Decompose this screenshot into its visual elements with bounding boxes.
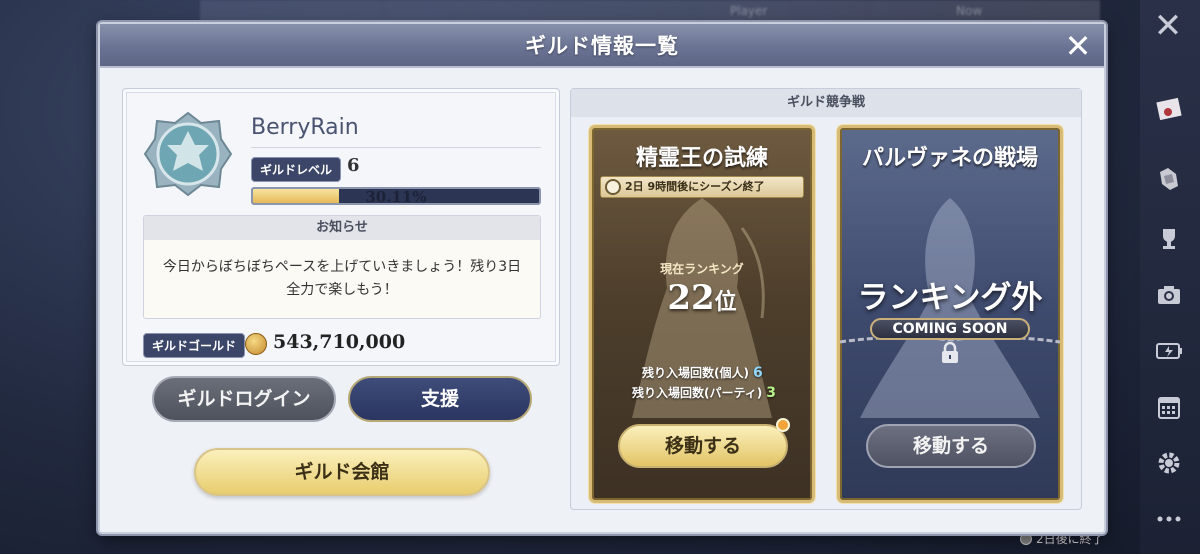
guild-level-progress: 30.11% (251, 187, 541, 205)
entry-party: 残り入場回数(パーティ) 3 (632, 384, 776, 401)
notice-title: お知らせ (144, 216, 540, 240)
gear-icon[interactable] (1154, 448, 1184, 478)
rank-suffix: 位 (714, 290, 737, 315)
timer-icon (1020, 532, 1032, 545)
more-icon[interactable] (1154, 504, 1184, 534)
support-button[interactable]: 支援 (348, 376, 532, 422)
dialog-header: ギルド情報一覧 ✕ (100, 24, 1104, 68)
progress-text: 30.11% (365, 188, 427, 205)
guild-war-title: ギルド競争戦 (571, 89, 1081, 117)
card-title: 精霊王の試練 (635, 146, 768, 171)
guild-name: BerryRain (251, 115, 359, 140)
guild-emblem-icon (143, 109, 233, 199)
ranking-status: ランキング外 (857, 280, 1043, 316)
guild-war-section: ギルド競争戦 精霊王の試練 2日 9時間後にシーズン終了 現在ランキング 22位… (570, 88, 1082, 510)
divider (251, 147, 541, 148)
season-timer-text: 2日 9時間後にシーズン終了 (625, 180, 765, 193)
guild-login-button[interactable]: ギルドログイン (152, 376, 336, 422)
entry-personal-value: 6 (752, 365, 763, 381)
coming-soon-badge: COMING SOON (870, 318, 1030, 340)
background-top-bar: Player Now (200, 0, 1100, 22)
entry-personal-label: 残り入場回数(個人) (642, 366, 749, 380)
guild-level-label: ギルドレベル (251, 157, 342, 182)
guild-summary-card: BerryRain ギルドレベル 6 30.11% お知らせ 今日からぼちぼちペ… (122, 88, 560, 366)
notice-box: お知らせ 今日からぼちぼちペースを上げていきましょう！残り3日全力で楽しもう！ (143, 215, 541, 319)
mail-icon[interactable] (1154, 94, 1184, 124)
trophy-icon[interactable] (1154, 224, 1184, 254)
entry-party-value: 3 (766, 385, 776, 401)
guild-gold-label: ギルドゴールド (143, 333, 246, 358)
guild-level-value: 6 (347, 155, 360, 176)
move-button[interactable]: 移動する (866, 424, 1036, 468)
notice-text: 今日からぼちぼちペースを上げていきましょう！残り3日全力で楽しもう！ (162, 259, 522, 298)
gauntlet-icon[interactable] (1154, 164, 1184, 194)
camera-icon[interactable] (1154, 280, 1184, 310)
guild-hall-button[interactable]: ギルド会館 (194, 448, 490, 496)
move-button[interactable]: 移動する (618, 424, 788, 468)
parvane-battlefield-card[interactable]: パルヴァネの戦場 ランキング外 COMING SOON 移動する (837, 125, 1063, 503)
calendar-icon[interactable] (1154, 392, 1184, 422)
card-title: パルヴァネの戦場 (861, 146, 1038, 171)
entry-personal: 残り入場回数(個人) 6 (642, 364, 763, 381)
guild-info-dialog: ギルド情報一覧 ✕ BerryRain ギルドレベル 6 30.11% お知らせ… (98, 22, 1106, 534)
lock-icon (942, 342, 958, 363)
season-timer: 2日 9時間後にシーズン終了 (600, 176, 804, 198)
background-label-player: Player (730, 4, 768, 18)
background-label-now: Now (956, 4, 983, 18)
dialog-title: ギルド情報一覧 (525, 34, 679, 58)
battery-icon[interactable] (1154, 336, 1184, 366)
spirit-king-trial-card[interactable]: 精霊王の試練 2日 9時間後にシーズン終了 現在ランキング 22位 残り入場回数… (589, 125, 815, 503)
guild-gold-value: 543,710,000 (273, 331, 406, 353)
right-rail: ✕ (1140, 0, 1200, 554)
current-rank-value: 22位 (592, 278, 812, 318)
gold-coin-icon (245, 333, 267, 355)
close-icon[interactable]: ✕ (1060, 28, 1096, 64)
entry-party-label: 残り入場回数(パーティ) (632, 386, 763, 400)
rail-close-icon[interactable]: ✕ (1150, 8, 1186, 44)
rank-number: 22 (667, 278, 715, 318)
clock-icon (605, 179, 621, 195)
current-rank-label: 現在ランキング (660, 262, 744, 276)
notification-dot (776, 418, 790, 432)
